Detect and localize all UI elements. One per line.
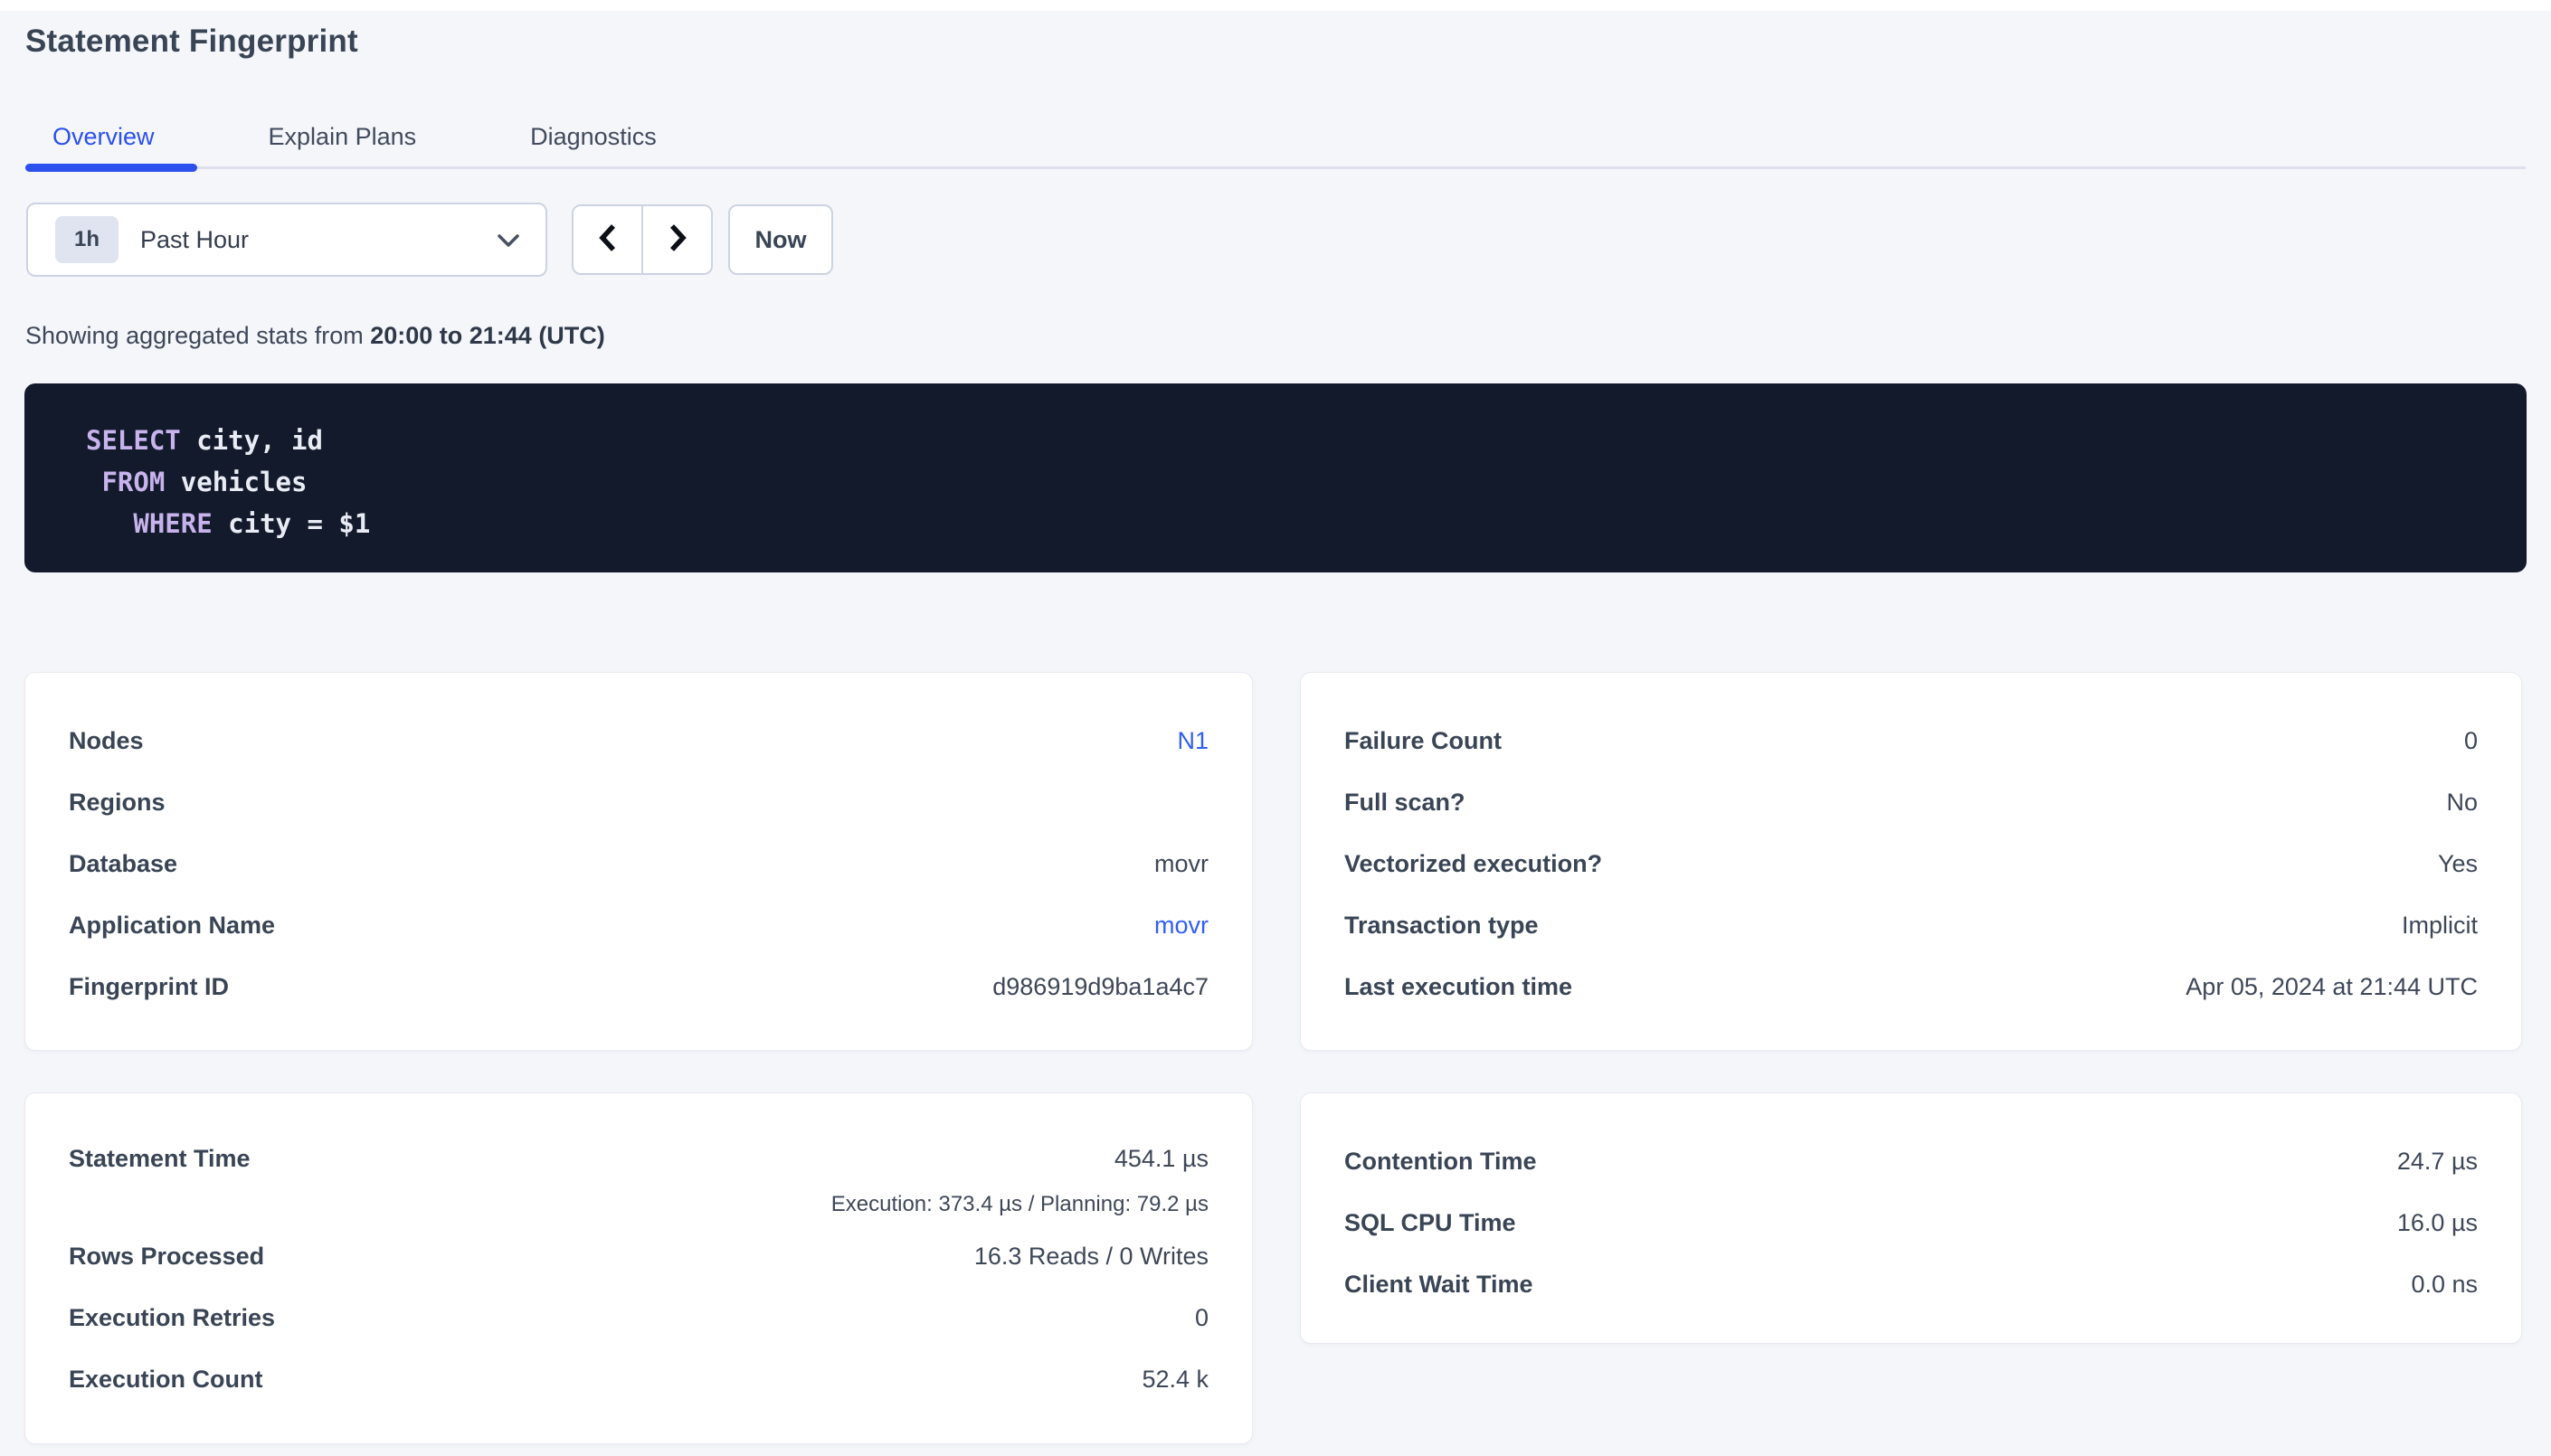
app-name-link[interactable]: movr <box>1154 912 1209 940</box>
summary-row: Regions <box>69 771 1209 833</box>
chevron-right-icon <box>665 222 690 258</box>
row-label: Nodes <box>69 727 144 755</box>
row-label: Vectorized execution? <box>1344 850 1602 878</box>
summary-row: Execution Retries 0 <box>69 1287 1209 1348</box>
row-value: Yes <box>2438 850 2478 878</box>
summary-row: Contention Time 24.7 µs <box>1344 1130 2478 1192</box>
summary-row: Database movr <box>69 833 1209 894</box>
row-value: 24.7 µs <box>2397 1148 2478 1176</box>
summary-row: Last execution time Apr 05, 2024 at 21:4… <box>1344 956 2478 1017</box>
active-tab-underline <box>25 164 197 172</box>
sql-statement-box: SELECT city, id FROM vehicles WHERE city… <box>24 383 2527 572</box>
sql-text: city = $1 <box>213 508 371 539</box>
tab-bar-divider <box>25 166 2526 169</box>
row-value: 16.0 µs <box>2397 1209 2478 1237</box>
sql-text: vehicles <box>165 467 307 497</box>
statement-timings-card: Statement Time 454.1 µs Execution: 373.4… <box>24 1092 1253 1444</box>
time-range-selector[interactable]: 1h Past Hour <box>26 203 547 277</box>
tab-diagnostics[interactable]: Diagnostics <box>503 114 684 159</box>
tab-explain-plans[interactable]: Explain Plans <box>242 114 444 159</box>
statement-details-card: Nodes N1 Regions Database movr Applicati… <box>24 672 1253 1051</box>
execution-attributes-card: Failure Count 0 Full scan? No Vectorized… <box>1300 672 2522 1051</box>
row-value: Implicit <box>2402 912 2478 940</box>
summary-row: Failure Count 0 <box>1344 710 2478 771</box>
page-header-strip <box>0 0 2551 11</box>
nodes-link[interactable]: N1 <box>1177 727 1209 755</box>
summary-row: Nodes N1 <box>69 710 1209 771</box>
row-value: movr <box>1154 850 1209 878</box>
row-label: Fingerprint ID <box>69 973 229 1001</box>
row-sub-value: Execution: 373.4 µs / Planning: 79.2 µs <box>831 1191 1209 1218</box>
summary-row: Statement Time 454.1 µs Execution: 373.4… <box>69 1128 1209 1225</box>
row-value: 0.0 ns <box>2411 1271 2478 1299</box>
summary-row: Rows Processed 16.3 Reads / 0 Writes <box>69 1225 1209 1287</box>
aggregation-note: Showing aggregated stats from 20:00 to 2… <box>25 322 605 350</box>
page-title: Statement Fingerprint <box>25 24 358 60</box>
time-range-label: Past Hour <box>140 226 249 254</box>
summary-row: Transaction type Implicit <box>1344 894 2478 956</box>
summary-row: SQL CPU Time 16.0 µs <box>1344 1192 2478 1253</box>
row-value: 0 <box>2464 727 2478 755</box>
statement-time-value-block: 454.1 µs Execution: 373.4 µs / Planning:… <box>831 1128 1209 1225</box>
summary-row: Client Wait Time 0.0 ns <box>1344 1253 2478 1315</box>
row-label: Client Wait Time <box>1344 1271 1533 1299</box>
summary-row: Vectorized execution? Yes <box>1344 833 2478 894</box>
row-label: Full scan? <box>1344 789 1465 817</box>
chevron-down-icon <box>497 233 520 252</box>
row-label: Application Name <box>69 912 275 940</box>
row-label: Rows Processed <box>69 1243 264 1271</box>
summary-row: Full scan? No <box>1344 771 2478 833</box>
row-label: Last execution time <box>1344 973 1572 1001</box>
summary-row: Application Name movr <box>69 894 1209 956</box>
row-value: 454.1 µs <box>1114 1128 1209 1189</box>
prev-interval-button[interactable] <box>574 206 641 273</box>
summary-row: Fingerprint ID d986919d9ba1a4c7 <box>69 956 1209 1017</box>
sql-keyword: SELECT <box>86 425 181 456</box>
summary-row: Execution Count 52.4 k <box>69 1348 1209 1410</box>
chevron-left-icon <box>595 222 621 258</box>
row-label: Execution Count <box>69 1366 263 1394</box>
sql-text: city, id <box>181 425 323 456</box>
sql-keyword: WHERE <box>86 508 213 539</box>
row-label: Database <box>69 850 177 878</box>
row-value: 0 <box>1195 1304 1209 1332</box>
wait-times-card: Contention Time 24.7 µs SQL CPU Time 16.… <box>1300 1092 2522 1344</box>
time-interval-nav <box>572 204 713 275</box>
tab-overview[interactable]: Overview <box>25 114 182 159</box>
row-label: Regions <box>69 789 166 817</box>
row-value: No <box>2446 789 2478 817</box>
sql-line: FROM vehicles <box>86 461 2527 503</box>
row-label: Contention Time <box>1344 1148 1537 1176</box>
now-button[interactable]: Now <box>728 204 833 275</box>
statement-fingerprint-page: Statement Fingerprint Overview Explain P… <box>0 0 2551 1456</box>
tab-bar: Overview Explain Plans Diagnostics <box>25 114 684 159</box>
row-label: Execution Retries <box>69 1304 275 1332</box>
row-value: 52.4 k <box>1142 1366 1209 1394</box>
row-label: Transaction type <box>1344 912 1539 940</box>
last-execution-time-value: Apr 05, 2024 at 21:44 UTC <box>2186 973 2478 1001</box>
sql-keyword: FROM <box>86 467 165 497</box>
row-label: Failure Count <box>1344 727 1502 755</box>
time-interval-badge: 1h <box>55 216 119 263</box>
fingerprint-id-value: d986919d9ba1a4c7 <box>992 973 1209 1001</box>
aggregation-note-range: 20:00 to 21:44 (UTC) <box>370 322 605 349</box>
next-interval-button[interactable] <box>641 206 711 273</box>
sql-line: WHERE city = $1 <box>86 503 2527 544</box>
sql-line: SELECT city, id <box>86 420 2527 461</box>
aggregation-note-prefix: Showing aggregated stats from <box>25 322 370 349</box>
row-label: Statement Time <box>69 1128 251 1189</box>
row-value: 16.3 Reads / 0 Writes <box>974 1243 1209 1271</box>
row-label: SQL CPU Time <box>1344 1209 1516 1237</box>
